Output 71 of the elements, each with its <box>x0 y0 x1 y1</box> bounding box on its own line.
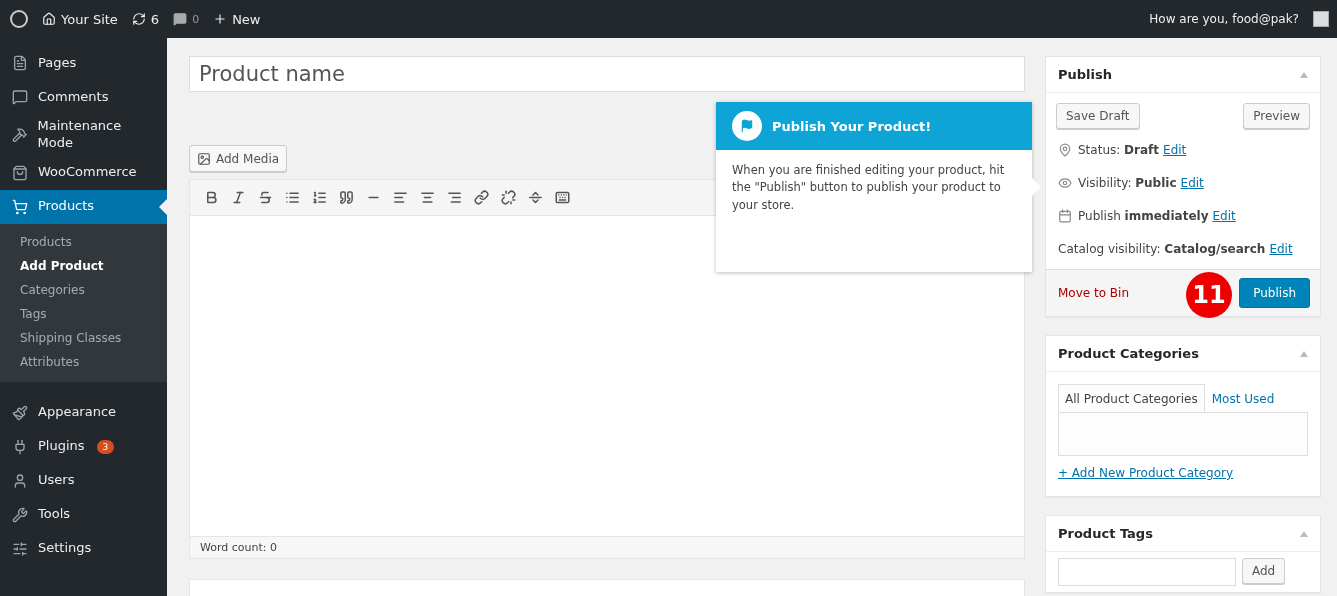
person-icon <box>12 472 28 489</box>
menu-item[interactable]: Products <box>0 189 167 224</box>
menu-item[interactable]: Plugins 3 <box>0 429 167 464</box>
plus-icon <box>213 12 228 26</box>
speech-bubble-icon <box>12 89 28 105</box>
refresh-icon <box>131 12 146 26</box>
new-link[interactable]: New <box>213 11 261 27</box>
cart-icon <box>12 198 28 215</box>
add-button[interactable]: Add <box>1242 558 1286 584</box>
submenu-item[interactable]: Add Product <box>0 253 167 278</box>
menu-item[interactable]: Tools <box>0 497 167 532</box>
edit-link[interactable]: Edit <box>1269 241 1293 256</box>
title-field[interactable]: Product name <box>189 56 1025 92</box>
link-icon[interactable] <box>472 188 491 207</box>
meta-text: Status: Draft <box>1078 142 1160 157</box>
move-to-bin-link[interactable]: Move to Bin <box>1058 286 1130 300</box>
quote-icon[interactable] <box>337 188 356 207</box>
calendar-icon <box>1058 208 1072 223</box>
menu-item[interactable]: Users <box>0 463 167 498</box>
bag-icon <box>12 164 28 181</box>
add-media-button[interactable]: Add Media <box>189 145 288 172</box>
site-link[interactable]: Your Site <box>42 11 118 27</box>
count-badge: 3 <box>96 439 115 454</box>
wrench-icon <box>12 506 28 523</box>
tooltip-title: Publish Your Product! <box>772 118 932 134</box>
logo-icon[interactable] <box>10 10 28 28</box>
greeting-text[interactable]: How are you, food@pak? <box>1149 12 1299 26</box>
panel-title: Product Tags <box>1058 526 1153 541</box>
panel-title: Product Categories <box>1058 346 1199 361</box>
menu-item[interactable]: Pages <box>0 46 167 80</box>
meta-text: Catalog visibility: Catalog/search <box>1058 241 1266 256</box>
hammer-icon <box>12 126 28 143</box>
menu-item[interactable]: Appearance <box>0 395 167 430</box>
meta-text: Publish immediately <box>1078 208 1209 223</box>
menu-item[interactable]: Settings <box>0 531 167 566</box>
flag-icon <box>732 111 762 141</box>
pin-icon <box>1058 142 1072 157</box>
sliders-icon <box>12 540 28 557</box>
edit-link[interactable]: Edit <box>1163 142 1187 157</box>
tag-field[interactable] <box>1058 558 1236 586</box>
plug-icon <box>12 438 28 455</box>
house-icon <box>42 12 56 26</box>
meta-text: Visibility: Public <box>1078 175 1177 190</box>
speech-bubble-icon <box>173 12 188 26</box>
panel-title: Publish <box>1058 67 1112 82</box>
save-draft-button[interactable]: Save Draft <box>1056 103 1140 129</box>
tab[interactable]: All Product Categories <box>1058 384 1205 412</box>
submenu-item[interactable]: Shipping Classes <box>0 325 167 350</box>
menu-item[interactable]: WooCommerce <box>0 155 167 190</box>
submenu-item[interactable]: Categories <box>0 277 167 302</box>
step-badge: 11 <box>1186 272 1232 318</box>
updates-link[interactable]: 6 <box>131 11 160 27</box>
add-category-link[interactable]: + Add New Product Category <box>1046 456 1320 496</box>
brush-icon <box>12 404 28 421</box>
preview-button[interactable]: Preview <box>1243 103 1310 129</box>
publish-button[interactable]: Publish <box>1239 278 1310 308</box>
tab[interactable]: Most Used <box>1204 384 1282 412</box>
edit-link[interactable]: Edit <box>1212 208 1236 223</box>
submenu-item[interactable]: Tags <box>0 301 167 326</box>
eye-icon <box>1058 175 1072 190</box>
menu-item[interactable]: Maintenance Mode <box>0 114 167 156</box>
menu-item[interactable]: Comments <box>0 80 167 114</box>
unlink-icon[interactable] <box>499 188 518 207</box>
page-icon <box>12 55 28 71</box>
comments-link[interactable]: 0 <box>173 12 200 26</box>
submenu-item[interactable]: Products <box>0 229 167 254</box>
submenu-item[interactable]: Attributes <box>0 349 167 374</box>
word-count: Word count: 0 <box>190 536 1024 558</box>
tooltip-text: When you are finished editing your product, hit the "Publish" button to publish your product to your store. <box>731 162 1006 214</box>
media-icon <box>197 151 211 166</box>
edit-link[interactable]: Edit <box>1180 175 1204 190</box>
